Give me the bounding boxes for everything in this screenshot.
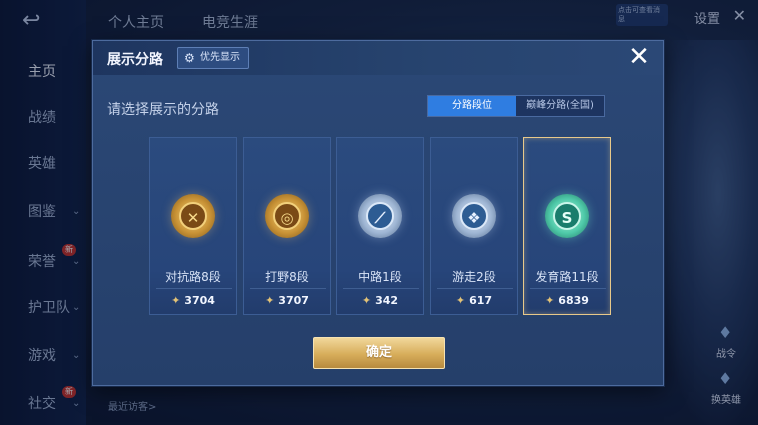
gear-icon: ⚙ (184, 51, 195, 65)
priority-display-button[interactable]: ⚙ 优先显示 (177, 47, 249, 69)
divider (530, 288, 606, 289)
divider (343, 288, 419, 289)
lane-cards: ✕ 对抗路8段 ✦ 3704 ◎ 打野8段 ✦ 3707 ⟋ 中路1段 ✦ 342 ❖… (149, 137, 611, 315)
wings-icon: ❖ (452, 194, 496, 238)
tab-peak-lane[interactable]: 巅峰分路(全国) (516, 96, 604, 116)
lane-rank-label: 游走2段 (452, 270, 496, 284)
rank-star-icon: ✦ (171, 294, 181, 307)
divider (437, 288, 513, 289)
close-button[interactable]: ✕ (625, 43, 653, 71)
lane-rank-label: 中路1段 (358, 270, 402, 284)
confirm-button[interactable]: 确定 (313, 337, 445, 369)
rank-star-icon: ✦ (545, 294, 555, 307)
lane-score: ✦ 342 (361, 294, 399, 307)
lane-rank-label: 对抗路8段 (165, 270, 221, 284)
bow-icon: S (545, 194, 589, 238)
rank-star-icon: ✦ (265, 294, 275, 307)
modal-subtitle: 请选择展示的分路 (107, 102, 219, 118)
modal-title: 展示分路 (107, 52, 163, 68)
rank-star-icon: ✦ (361, 294, 372, 307)
modal-header: 展示分路 ⚙ 优先显示 ✕ (93, 41, 663, 75)
divider (156, 288, 232, 289)
lane-score: ✦ 6839 (545, 294, 589, 307)
lane-card-roam[interactable]: ❖ 游走2段 ✦ 617 (430, 137, 518, 315)
sword-icon: ✕ (171, 194, 215, 238)
rank-star-icon: ✦ (455, 294, 466, 307)
lane-rank-label: 发育路11段 (535, 270, 599, 284)
lane-card-farm[interactable]: S 发育路11段 ✦ 6839 (523, 137, 611, 315)
lane-score: ✦ 3704 (171, 294, 215, 307)
divider (250, 288, 326, 289)
tab-lane-rank[interactable]: 分路段位 (428, 96, 516, 116)
lane-card-clash[interactable]: ✕ 对抗路8段 ✦ 3704 (149, 137, 237, 315)
lane-display-modal: 展示分路 ⚙ 优先显示 ✕ 请选择展示的分路 分路段位 巅峰分路(全国) ✕ 对… (92, 40, 664, 386)
lane-type-toggle: 分路段位 巅峰分路(全国) (427, 95, 605, 117)
lane-rank-label: 打野8段 (265, 270, 309, 284)
lane-card-mid[interactable]: ⟋ 中路1段 ✦ 342 (336, 137, 424, 315)
dragon-icon: ◎ (265, 194, 309, 238)
lane-card-jungle[interactable]: ◎ 打野8段 ✦ 3707 (243, 137, 331, 315)
lane-score: ✦ 617 (455, 294, 493, 307)
lane-score: ✦ 3707 (265, 294, 309, 307)
staff-icon: ⟋ (358, 194, 402, 238)
